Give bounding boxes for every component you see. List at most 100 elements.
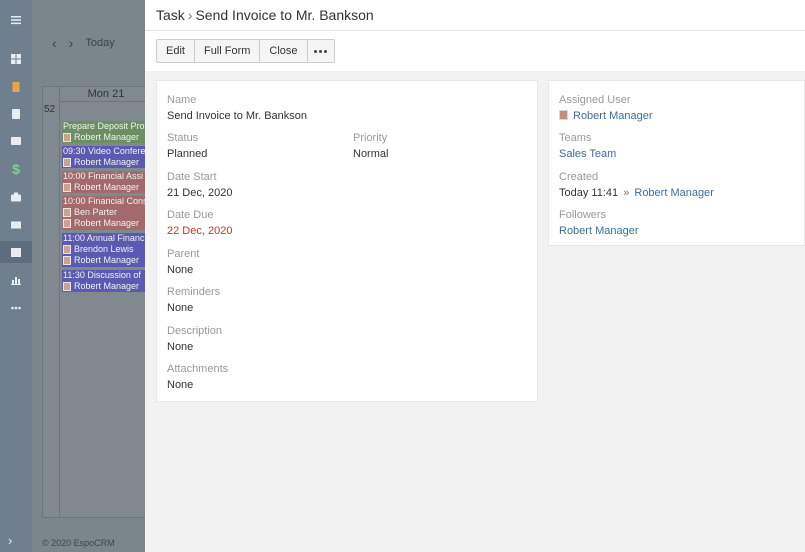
field-followers: Followers Robert Manager — [559, 208, 639, 238]
field-value: 22 Dec, 2020 — [167, 225, 233, 237]
dollar-icon[interactable]: $ — [0, 158, 32, 180]
calendar-toolbar: ‹ › Today — [32, 28, 152, 58]
event-user: Brendon Lewis — [74, 244, 134, 254]
field-value: None — [167, 264, 194, 276]
modal-title: Task › Send Invoice to Mr. Bankson — [156, 7, 374, 23]
calendar-column-divider — [59, 86, 60, 518]
more-dots-icon — [319, 49, 323, 53]
more-dots-icon — [314, 49, 318, 53]
field-assigned-user: Assigned User Robert Manager — [559, 93, 653, 123]
avatar — [63, 282, 71, 291]
field-label: Parent — [167, 248, 200, 260]
dashboard-icon[interactable] — [0, 48, 32, 70]
modal-toolbar: Edit Full Form Close — [145, 31, 805, 71]
field-created: Created Today 11:41 » Robert Manager — [559, 170, 714, 200]
avatar — [63, 183, 71, 192]
follower-link[interactable]: Robert Manager — [559, 224, 639, 238]
task-detail-modal: Task › Send Invoice to Mr. Bankson Edit Fu… — [145, 0, 805, 552]
event-user: Robert Manager — [74, 255, 140, 265]
field-label: Attachments — [167, 363, 229, 375]
field-label: Reminders — [167, 286, 221, 298]
field-attachments: Attachments None — [167, 362, 228, 392]
calendar-event[interactable]: 10:00 Financial Assi Robert Manager — [62, 171, 148, 193]
field-label: Date Start — [167, 171, 217, 183]
event-title: Prepare Deposit Pro — [63, 121, 145, 131]
record-name: Send Invoice to Mr. Bankson — [195, 7, 374, 23]
created-value: Today 11:41 » Robert Manager — [559, 186, 714, 200]
field-value: Planned — [167, 148, 208, 160]
field-value: Send Invoice to Mr. Bankson — [167, 110, 308, 122]
field-label: Description — [167, 325, 223, 337]
avatar — [559, 110, 568, 120]
field-label: Date Due — [167, 209, 214, 221]
bar-chart-icon[interactable] — [0, 269, 32, 291]
field-reminders: Reminders None — [167, 285, 220, 315]
entity-type-link[interactable]: Task — [156, 7, 185, 23]
field-priority: Priority Normal — [353, 131, 388, 161]
event-user: Robert Manager — [74, 132, 140, 142]
record-side-panel: Assigned User Robert Manager Teams Sales… — [548, 80, 805, 246]
created-by-link[interactable]: Robert Manager — [634, 187, 714, 199]
building-icon[interactable] — [0, 76, 32, 98]
event-user: Robert Manager — [74, 157, 140, 167]
avatar — [63, 219, 71, 228]
expand-navbar-icon[interactable]: › — [8, 533, 12, 548]
next-arrow-icon[interactable]: › — [69, 35, 74, 51]
field-label: Name — [167, 94, 197, 106]
envelope-icon[interactable] — [0, 214, 32, 236]
modal-header: Task › Send Invoice to Mr. Bankson — [145, 0, 805, 31]
avatar — [63, 158, 71, 167]
avatar — [63, 256, 71, 265]
field-parent: Parent None — [167, 247, 199, 277]
field-label: Assigned User — [559, 94, 631, 106]
full-form-button[interactable]: Full Form — [193, 39, 261, 63]
field-name: Name Send Invoice to Mr. Bankson — [167, 93, 307, 123]
event-title: 11:30 Discussion of — [63, 270, 141, 280]
more-icon[interactable] — [0, 297, 32, 319]
event-title: 09:30 Video Confere — [63, 146, 146, 156]
event-user: Robert Manager — [74, 182, 140, 192]
created-separator: » — [623, 187, 630, 199]
event-user: Ben Parter — [74, 207, 118, 217]
prev-arrow-icon[interactable]: ‹ — [52, 35, 57, 51]
breadcrumb-separator: › — [187, 7, 193, 23]
calendar-event[interactable]: 10:00 Financial Cons Ben Parter Robert M… — [62, 196, 148, 230]
today-button[interactable]: Today — [85, 37, 114, 49]
edit-button[interactable]: Edit — [156, 39, 195, 63]
field-value: 21 Dec, 2020 — [167, 187, 233, 199]
address-book-icon[interactable] — [0, 103, 32, 125]
briefcase-icon[interactable] — [0, 186, 32, 208]
menu-icon[interactable] — [0, 9, 32, 31]
action-button-group: Edit Full Form Close — [156, 39, 335, 63]
field-description: Description None — [167, 324, 222, 354]
event-title: 11:00 Annual Financ — [63, 233, 145, 243]
more-dots-icon — [324, 49, 328, 53]
field-status: Status Planned — [167, 131, 207, 161]
calendar-event[interactable]: 11:00 Annual Financ Brendon Lewis Robert… — [62, 233, 148, 267]
field-value: Normal — [353, 148, 389, 160]
teams-link[interactable]: Sales Team — [559, 147, 616, 161]
avatar — [63, 133, 71, 142]
field-value: None — [167, 302, 194, 314]
field-label: Teams — [559, 132, 592, 144]
field-date-start: Date Start 21 Dec, 2020 — [167, 170, 232, 200]
side-navbar: $ › — [0, 0, 32, 552]
close-button[interactable]: Close — [259, 39, 308, 63]
event-user: Robert Manager — [74, 218, 140, 228]
calendar-event[interactable]: 11:30 Discussion of Robert Manager — [62, 270, 148, 292]
calendar-event[interactable]: 09:30 Video Confere Robert Manager — [62, 146, 148, 168]
field-label: Followers — [559, 209, 607, 221]
avatar — [63, 208, 71, 217]
calendar-icon[interactable] — [0, 241, 32, 263]
record-detail-panel: Name Send Invoice to Mr. Bankson Status … — [156, 80, 538, 402]
field-label: Created — [559, 171, 599, 183]
more-actions-button[interactable] — [306, 39, 335, 63]
field-date-due: Date Due 22 Dec, 2020 — [167, 208, 232, 238]
event-user: Robert Manager — [74, 281, 140, 291]
calendar-event[interactable]: Prepare Deposit Pro Robert Manager — [62, 121, 148, 143]
calendar-week-number: 52 — [44, 104, 56, 115]
field-teams: Teams Sales Team — [559, 131, 616, 161]
id-card-icon[interactable] — [0, 130, 32, 152]
field-value: None — [167, 341, 194, 353]
assigned-user-link[interactable]: Robert Manager — [573, 110, 653, 122]
